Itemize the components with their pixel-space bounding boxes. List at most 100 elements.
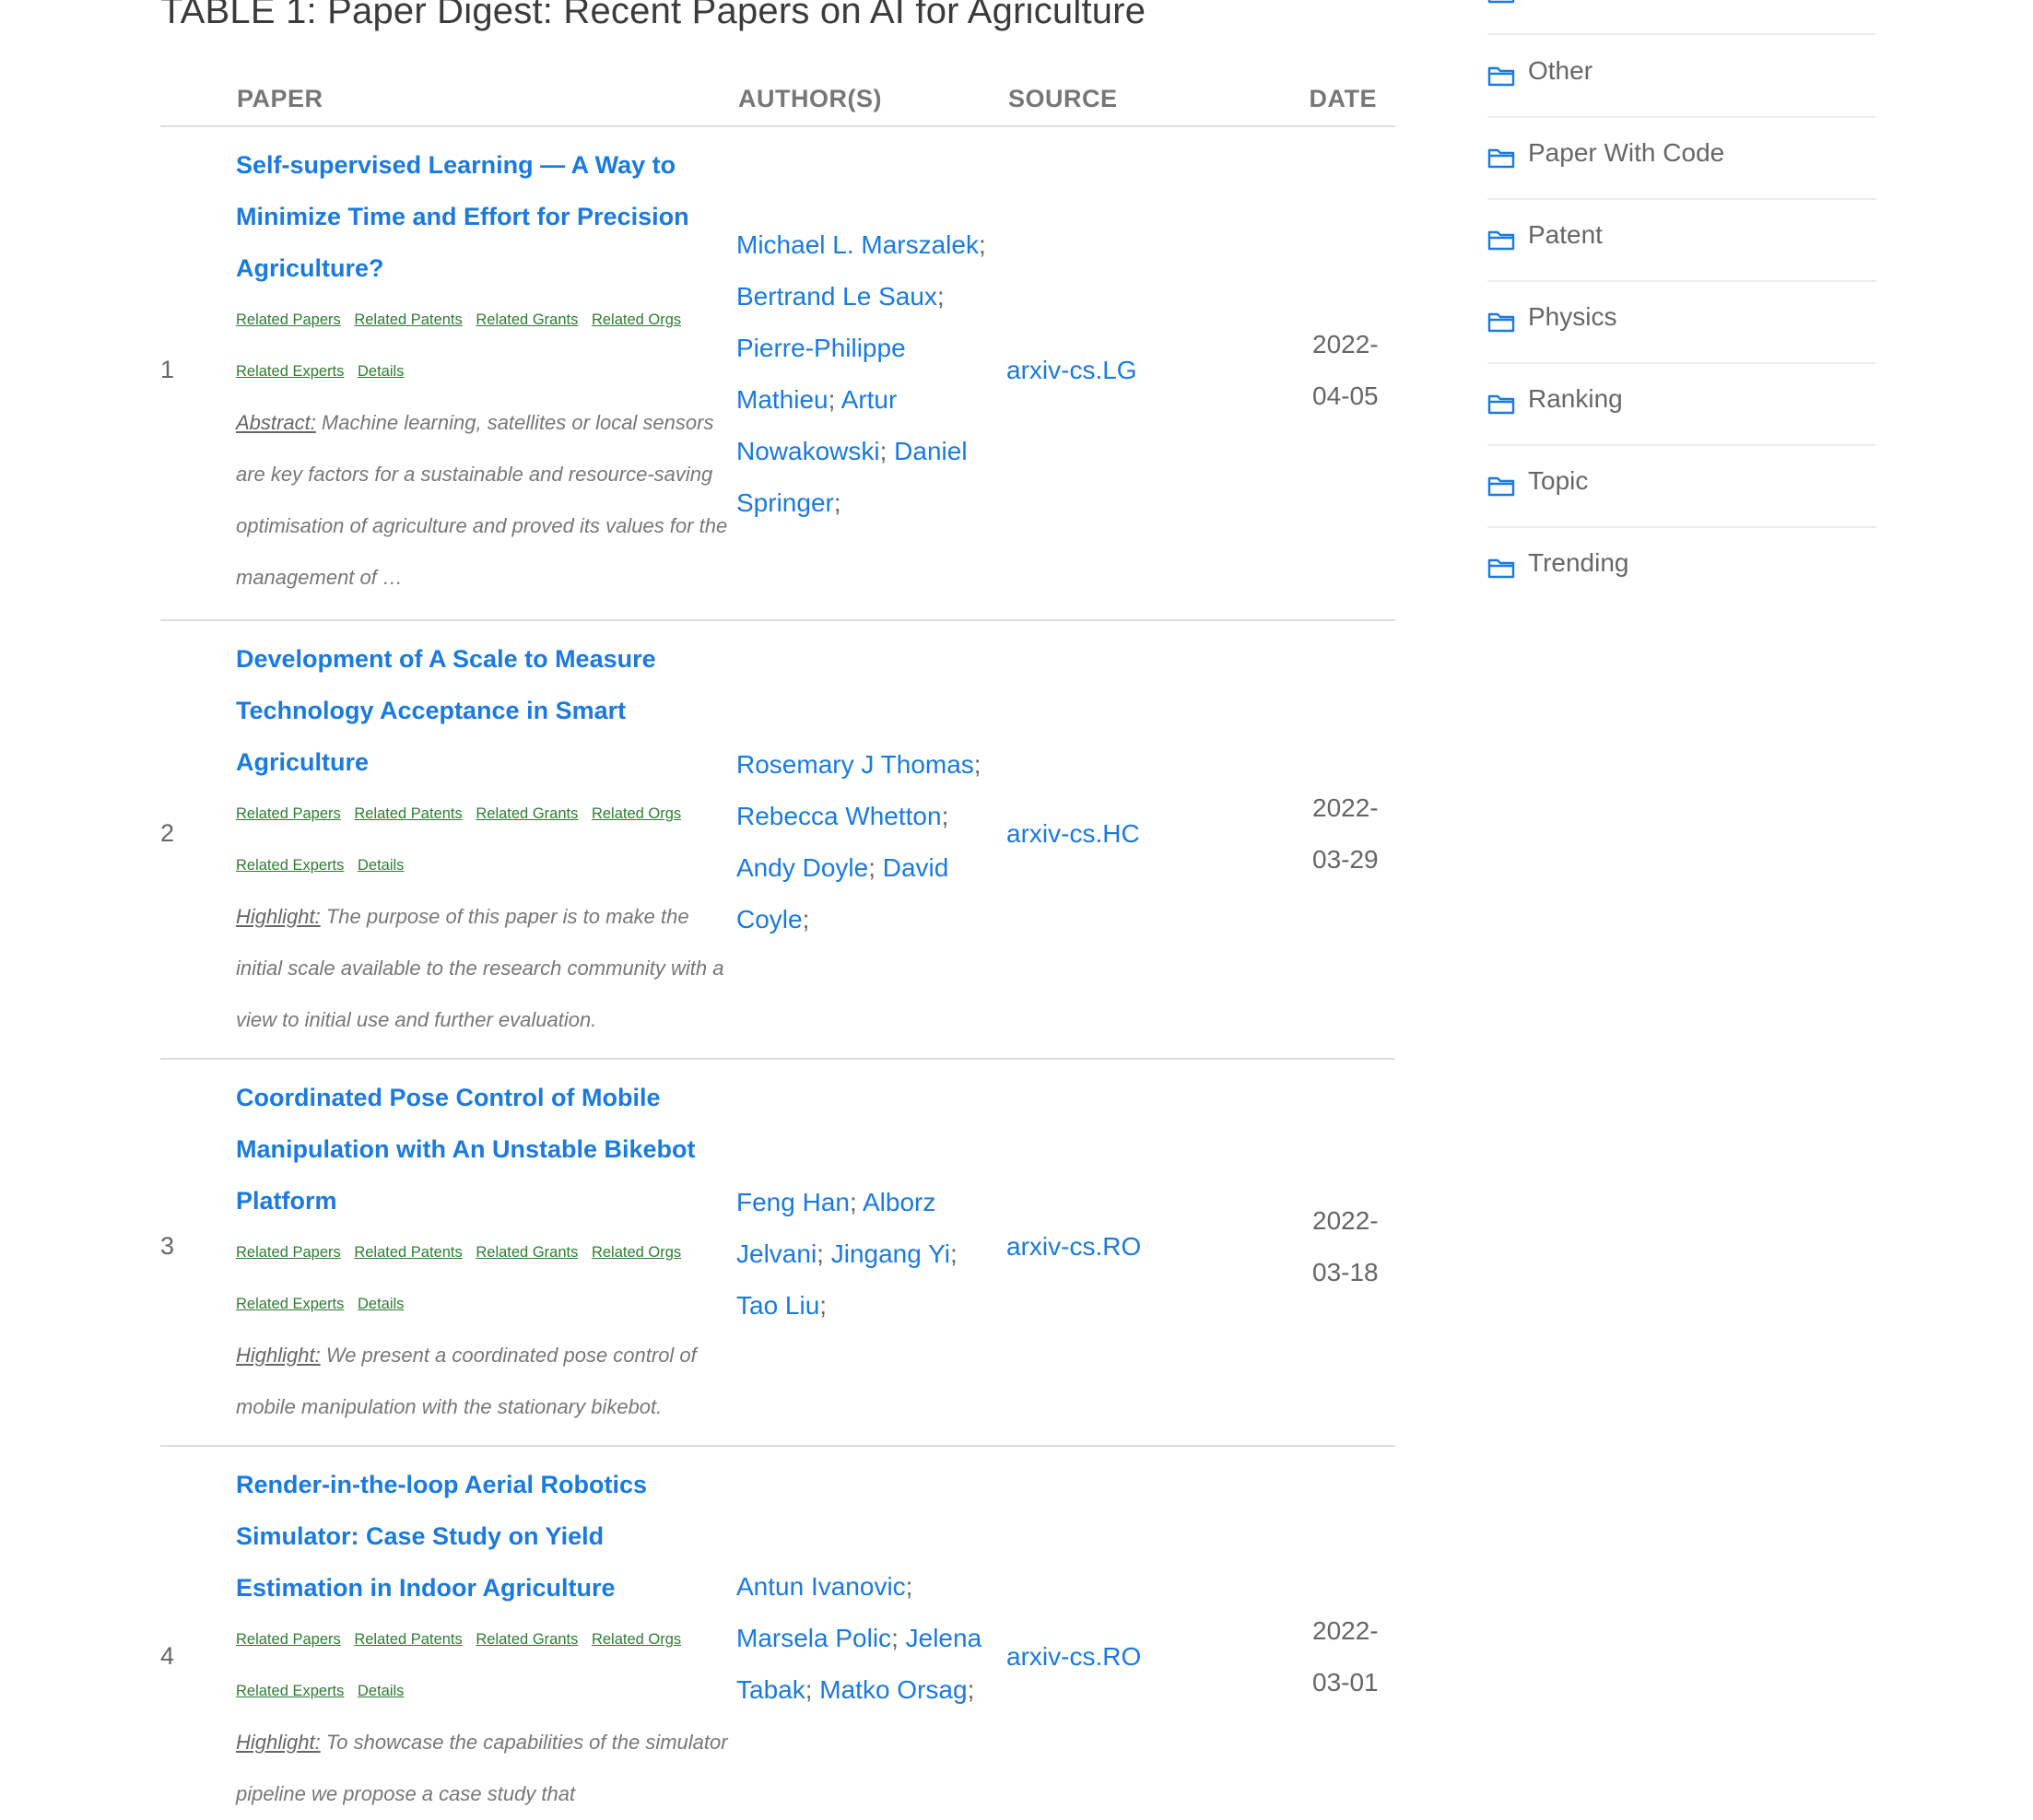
folder-icon [1487, 394, 1515, 415]
sidebar-item-label: Ranking [1528, 384, 1623, 413]
authors-cell: Feng Han; Alborz Jelvani; Jingang Yi; Ta… [736, 1188, 958, 1320]
authors-cell: Rosemary J Thomas; Rebecca Whetton; Andy… [736, 750, 981, 933]
summary-label: Highlight: [236, 1731, 321, 1754]
source-link[interactable]: arxiv-cs.LG [1006, 356, 1137, 385]
details-link[interactable]: Details [358, 363, 404, 380]
source-link[interactable]: arxiv-cs.RO [1006, 1642, 1141, 1672]
details-link[interactable]: Details [358, 1683, 404, 1699]
author-link[interactable]: Jingang Yi [831, 1239, 950, 1268]
folder-icon [1487, 66, 1515, 87]
author-link[interactable]: Bertrand Le Saux [736, 282, 937, 311]
related-orgs-link[interactable]: Related Orgs [592, 311, 681, 328]
sidebar-item-topic[interactable]: Topic [1487, 445, 1876, 528]
related-experts-link[interactable]: Related Experts [236, 1296, 344, 1312]
summary-label: Highlight: [236, 1344, 321, 1367]
author-link[interactable]: Antun Ivanovic [736, 1572, 906, 1601]
related-grants-link[interactable]: Related Grants [476, 311, 578, 328]
author-link[interactable]: Rebecca Whetton [736, 802, 942, 830]
paper-cell: Render-in-the-loop Aerial Robotics Simul… [236, 1459, 734, 1820]
sidebar-item-label: Patent [1528, 220, 1603, 249]
row-number: 1 [160, 356, 175, 383]
related-links: Related Papers Related Patents Related G… [236, 788, 734, 891]
row-number: 4 [160, 1642, 175, 1670]
sidebar-item-trending[interactable]: Trending [1487, 527, 1876, 608]
sidebar-item-ranking[interactable]: Ranking [1487, 363, 1876, 446]
related-grants-link[interactable]: Related Grants [476, 1631, 578, 1648]
sidebar-item-other[interactable]: Other [1487, 35, 1876, 118]
related-patents-link[interactable]: Related Patents [354, 1631, 462, 1648]
related-papers-link[interactable]: Related Papers [236, 311, 341, 328]
summary-text: Machine learning, satellites or local se… [236, 411, 728, 589]
header-authors: AUTHOR(S) [738, 85, 882, 112]
source-link[interactable]: arxiv-cs.HC [1006, 819, 1140, 849]
table-header: PAPER AUTHOR(S) SOURCE DATE [160, 74, 1395, 127]
authors-cell: Michael L. Marszalek; Bertrand Le Saux; … [736, 230, 986, 517]
sidebar-item-label: Topic [1528, 466, 1589, 495]
header-paper: PAPER [237, 85, 323, 112]
related-grants-link[interactable]: Related Grants [476, 1244, 578, 1261]
author-link[interactable]: Tao Liu [736, 1291, 819, 1320]
folder-icon [1487, 148, 1515, 169]
paper-date: 2022-04-05 [1312, 330, 1379, 410]
sidebar-item-label: Other [1528, 56, 1593, 85]
author-link[interactable]: Matko Orsag [819, 1675, 967, 1704]
paper-cell: Coordinated Pose Control of Mobile Manip… [236, 1072, 734, 1433]
related-experts-link[interactable]: Related Experts [236, 363, 344, 380]
related-patents-link[interactable]: Related Patents [354, 805, 462, 822]
related-grants-link[interactable]: Related Grants [476, 805, 578, 822]
table-row: 4 Render-in-the-loop Aerial Robotics Sim… [160, 1447, 1395, 1805]
sidebar-item-label: Trending [1528, 548, 1629, 577]
paper-summary: Highlight: To showcase the capabilities … [236, 1717, 734, 1820]
author-link[interactable]: Andy Doyle [736, 853, 868, 882]
related-papers-link[interactable]: Related Papers [236, 1631, 341, 1648]
header-date: DATE [1309, 85, 1377, 112]
related-links: Related Papers Related Patents Related G… [236, 294, 734, 397]
related-papers-link[interactable]: Related Papers [236, 1244, 341, 1261]
details-link[interactable]: Details [358, 1296, 404, 1312]
paper-cell: Self-supervised Learning — A Way to Mini… [236, 139, 734, 604]
paper-title-link[interactable]: Render-in-the-loop Aerial Robotics Simul… [236, 1459, 734, 1614]
summary-label: Abstract: [236, 411, 316, 434]
table-row: 2 Development of A Scale to Measure Tech… [160, 621, 1395, 1060]
paper-title-link[interactable]: Development of A Scale to Measure Techno… [236, 633, 734, 788]
table-row: 3 Coordinated Pose Control of Mobile Man… [160, 1060, 1395, 1447]
related-patents-link[interactable]: Related Patents [354, 1244, 462, 1261]
summary-label: Highlight: [236, 905, 321, 928]
author-link[interactable]: Marsela Polic [736, 1624, 891, 1652]
paper-date: 2022-03-01 [1312, 1616, 1379, 1697]
folder-icon [1487, 558, 1515, 579]
related-orgs-link[interactable]: Related Orgs [592, 1631, 681, 1648]
paper-summary: Highlight: The purpose of this paper is … [236, 891, 734, 1046]
related-papers-link[interactable]: Related Papers [236, 805, 341, 822]
sidebar-item-physics[interactable]: Physics [1487, 281, 1876, 364]
paper-title-link[interactable]: Coordinated Pose Control of Mobile Manip… [236, 1072, 734, 1227]
paper-summary: Abstract: Machine learning, satellites o… [236, 397, 734, 604]
related-experts-link[interactable]: Related Experts [236, 1683, 344, 1699]
related-links: Related Papers Related Patents Related G… [236, 1614, 734, 1717]
paper-date: 2022-03-29 [1312, 793, 1379, 874]
sidebar-item-paper-with-code[interactable]: Paper With Code [1487, 117, 1876, 200]
sidebar-item-patent[interactable]: Patent [1487, 199, 1876, 282]
sidebar-item-label: Paper With Code [1528, 138, 1725, 167]
paper-title-link[interactable]: Self-supervised Learning — A Way to Mini… [236, 139, 734, 294]
details-link[interactable]: Details [358, 857, 404, 874]
source-link[interactable]: arxiv-cs.RO [1006, 1232, 1141, 1262]
folder-icon [1487, 476, 1515, 497]
paper-date: 2022-03-18 [1312, 1206, 1379, 1286]
author-link[interactable]: Rosemary J Thomas [736, 750, 974, 779]
sidebar-item-partial[interactable] [1487, 0, 1876, 35]
related-experts-link[interactable]: Related Experts [236, 857, 344, 874]
related-orgs-link[interactable]: Related Orgs [592, 1244, 681, 1261]
row-number: 2 [160, 819, 175, 847]
row-number: 3 [160, 1232, 175, 1260]
authors-cell: Antun Ivanovic; Marsela Polic; Jelena Ta… [736, 1572, 982, 1704]
related-orgs-link[interactable]: Related Orgs [592, 805, 681, 822]
author-link[interactable]: Michael L. Marszalek [736, 230, 979, 259]
sidebar-item-label: Physics [1528, 302, 1617, 331]
related-patents-link[interactable]: Related Patents [354, 311, 462, 328]
paper-summary: Highlight: We present a coordinated pose… [236, 1330, 734, 1433]
related-links: Related Papers Related Patents Related G… [236, 1227, 734, 1330]
paper-cell: Development of A Scale to Measure Techno… [236, 633, 734, 1046]
header-source: SOURCE [1008, 85, 1118, 112]
author-link[interactable]: Feng Han [736, 1188, 850, 1216]
